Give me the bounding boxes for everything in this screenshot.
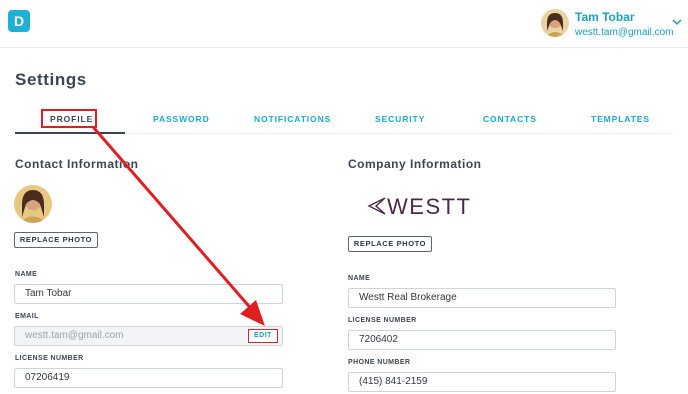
company-replace-photo-button[interactable]: REPLACE PHOTO bbox=[348, 236, 432, 252]
chevron-down-icon[interactable] bbox=[671, 17, 683, 27]
app-logo[interactable]: D bbox=[8, 10, 30, 32]
settings-tabs: PROFILE PASSWORD NOTIFICATIONS SECURITY … bbox=[15, 110, 673, 134]
company-phone-label: PHONE NUMBER bbox=[348, 359, 411, 366]
company-name-label: NAME bbox=[348, 275, 371, 282]
company-name-field[interactable]: Westt Real Brokerage bbox=[348, 288, 616, 308]
active-tab-underline bbox=[15, 132, 125, 134]
tab-contacts[interactable]: CONTACTS bbox=[483, 114, 537, 124]
company-license-label: LICENSE NUMBER bbox=[348, 317, 417, 324]
user-name[interactable]: Tam Tobar bbox=[575, 10, 635, 24]
westt-logo-icon bbox=[367, 197, 386, 215]
page-title: Settings bbox=[15, 70, 87, 89]
company-license-field[interactable]: 7206402 bbox=[348, 330, 616, 350]
tab-security[interactable]: SECURITY bbox=[375, 114, 425, 124]
company-section-title: Company Information bbox=[348, 157, 482, 171]
tab-templates[interactable]: TEMPLATES bbox=[591, 114, 650, 124]
company-phone-field[interactable]: (415) 841-2159 bbox=[348, 372, 616, 392]
contact-photo bbox=[14, 185, 52, 223]
contact-replace-photo-button[interactable]: REPLACE PHOTO bbox=[14, 232, 98, 248]
contact-email-field[interactable]: westt.tam@gmail.com bbox=[14, 326, 283, 346]
contact-section-title: Contact Information bbox=[15, 157, 139, 171]
user-avatar[interactable] bbox=[541, 9, 569, 37]
contact-name-label: NAME bbox=[15, 271, 38, 278]
email-edit-button[interactable]: EDIT bbox=[248, 329, 278, 343]
contact-license-field[interactable]: 07206419 bbox=[14, 368, 283, 388]
contact-name-field[interactable]: Tam Tobar bbox=[14, 284, 283, 304]
tab-notifications[interactable]: NOTIFICATIONS bbox=[254, 114, 331, 124]
tab-profile[interactable]: PROFILE bbox=[50, 114, 93, 124]
tab-password[interactable]: PASSWORD bbox=[153, 114, 210, 124]
top-bar: D Tam Tobar westt.tam@gmail.com bbox=[0, 0, 688, 48]
contact-license-label: LICENSE NUMBER bbox=[15, 355, 84, 362]
user-email: westt.tam@gmail.com bbox=[575, 27, 674, 38]
contact-email-label: EMAIL bbox=[15, 313, 39, 320]
company-logo-text: WESTT bbox=[387, 194, 472, 219]
